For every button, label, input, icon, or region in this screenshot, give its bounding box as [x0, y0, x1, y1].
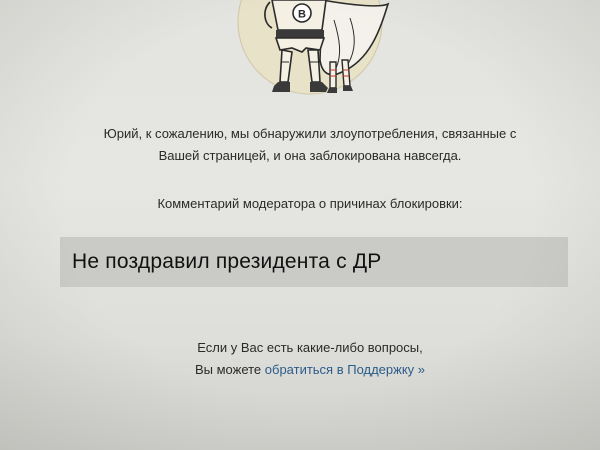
support-question-line: Если у Вас есть какие-либо вопросы, [197, 340, 423, 355]
superhero-mascot-icon: B [237, 0, 390, 95]
moderator-comment-box: Не поздравил президента с ДР [60, 237, 568, 287]
support-contact-prefix: Вы можете [194, 362, 265, 377]
mascot-emblem-letter: B [298, 9, 306, 21]
block-notice-line1: Юрий, к сожалению, мы обнаружили злоупот… [103, 126, 517, 141]
moderator-comment-label: Комментарий модератора о причинах блокир… [157, 196, 463, 211]
contact-support-link[interactable]: обратиться в Поддержку » [265, 362, 425, 377]
support-contact-line: Вы можете обратиться в Поддержку » [60, 360, 560, 380]
moderator-comment-text: Не поздравил президента с ДР [72, 250, 382, 273]
blocked-page: B Юрий, к сожалению, мы обнаружили злоуп… [0, 0, 600, 450]
block-notice-line2: Вашей страницей, и она заблокирована нав… [158, 148, 462, 163]
